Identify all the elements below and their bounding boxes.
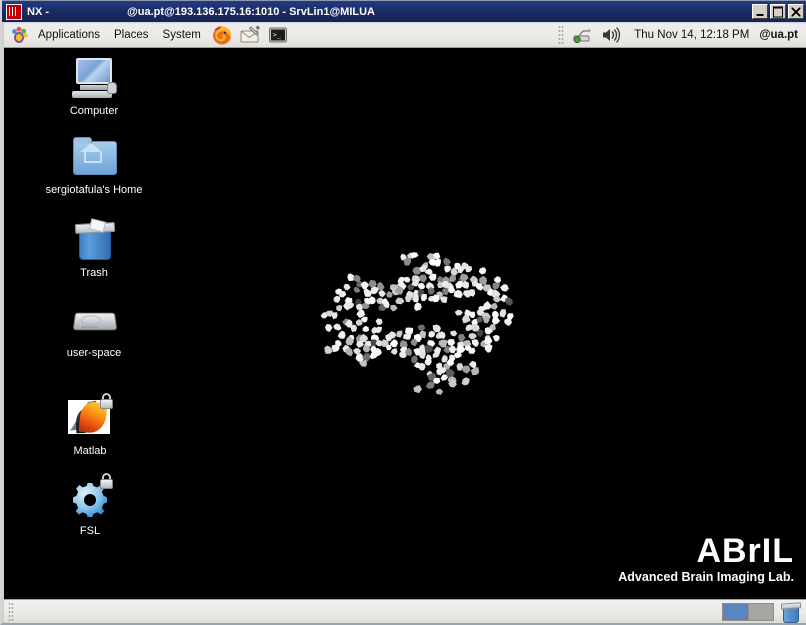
brain-mosaic-artwork [299, 233, 531, 423]
minimize-icon[interactable] [752, 4, 768, 19]
matlab-icon [66, 393, 114, 442]
window-controls [752, 4, 804, 19]
abril-logo: ABrIL Advanced Brain Imaging Lab. [618, 534, 794, 585]
volume-icon[interactable] [599, 24, 621, 46]
terminal-icon[interactable]: >_ [267, 24, 289, 46]
desktop-icon-label: Computer [69, 105, 119, 117]
computer-icon [70, 54, 118, 102]
network-icon[interactable] [571, 24, 593, 46]
panel-clock[interactable]: Thu Nov 14, 12:18 PM [634, 29, 749, 41]
nx-logo-icon [6, 3, 22, 20]
desktop-icon-fsl[interactable]: FSL [34, 473, 146, 538]
desktop-icon-computer[interactable]: Computer [38, 54, 150, 118]
window-app-label: NX - [27, 5, 49, 18]
svg-text:>_: >_ [272, 31, 281, 39]
menu-system[interactable]: System [156, 26, 208, 44]
gnome-foot-icon[interactable] [10, 25, 30, 45]
bottom-panel [4, 599, 806, 623]
abril-title: ABrIL [696, 532, 794, 570]
maximize-icon[interactable] [770, 4, 786, 19]
desktop-icon-label: sergiotafula's Home [45, 184, 143, 196]
desktop-icon-user-space[interactable]: user-space [38, 296, 150, 360]
top-panel: Applications Places System >_ Thu Nov 14… [4, 22, 806, 48]
menu-applications[interactable]: Applications [31, 26, 107, 44]
menu-places[interactable]: Places [107, 26, 156, 44]
desktop-icon-label: Trash [80, 267, 108, 279]
desktop-icon-label: FSL [79, 525, 101, 537]
desktop-icon-home[interactable]: sergiotafula's Home [38, 133, 150, 197]
close-icon[interactable] [788, 4, 804, 19]
nx-client-window: NX - @ua.pt@193.136.175.16:1010 - SrvLin… [0, 0, 806, 625]
desktop-icon-trash[interactable]: Trash [38, 216, 150, 280]
desktop-area[interactable]: Computer sergiotafula's Home Trash user-… [4, 48, 806, 599]
desktop-icon-label: user-space [66, 347, 122, 359]
window-titlebar[interactable]: NX - @ua.pt@193.136.175.16:1010 - SrvLin… [2, 0, 806, 22]
workspace-2[interactable] [748, 603, 773, 620]
evolution-mail-icon[interactable] [239, 24, 261, 46]
abril-subtitle: Advanced Brain Imaging Lab. [618, 570, 794, 584]
lock-icon [99, 473, 114, 489]
lock-icon [99, 393, 114, 409]
workspace-1[interactable] [723, 603, 749, 620]
home-folder-icon [70, 133, 118, 181]
panel-user-label[interactable]: @ua.pt [759, 29, 798, 41]
hard-drive-icon [70, 296, 118, 344]
trash-applet-icon[interactable] [780, 601, 802, 623]
workspace-switcher[interactable] [722, 602, 774, 621]
bottom-panel-drag-handle[interactable] [8, 601, 14, 622]
panel-drag-handle[interactable] [558, 24, 565, 45]
firefox-icon[interactable] [211, 24, 233, 46]
desktop-icon-matlab[interactable]: Matlab [34, 393, 146, 458]
trash-icon [70, 216, 118, 264]
fsl-gear-icon [66, 473, 114, 522]
window-session-title: @ua.pt@193.136.175.16:1010 - SrvLin1@MIL… [127, 5, 375, 18]
desktop-icon-label: Matlab [73, 445, 107, 457]
